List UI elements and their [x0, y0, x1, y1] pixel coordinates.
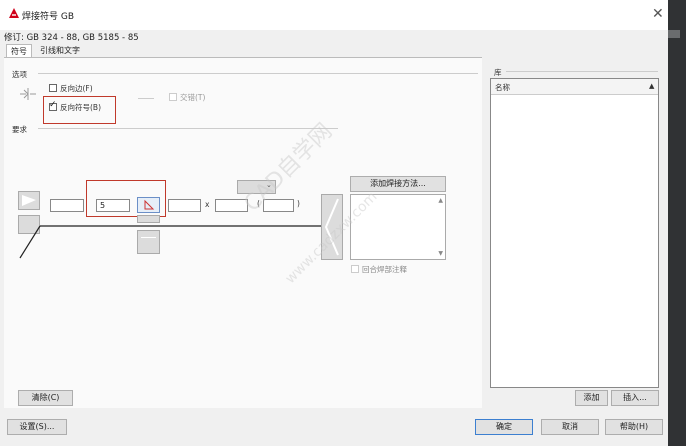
tab-symbol[interactable]: 符号 [6, 44, 32, 58]
column-name-header: 名称 [495, 83, 510, 92]
weld-flag-icon [22, 195, 36, 206]
insert-button[interactable]: 插入... [611, 390, 659, 406]
window-title: 焊接符号 GB [22, 12, 75, 22]
require-divider [38, 128, 338, 129]
tab-leader-text[interactable]: 引线和文字 [36, 44, 84, 57]
other-side-weld-button[interactable] [137, 230, 160, 254]
prefix-field[interactable] [50, 199, 84, 212]
arrow-side-symbol-button[interactable] [18, 191, 40, 210]
add-button[interactable]: 添加 [575, 390, 608, 406]
weld-flip-icon [20, 88, 36, 100]
times-sign: x [205, 200, 210, 209]
reference-line-drawing [19, 225, 326, 259]
sort-up-icon: ▲ [649, 82, 655, 90]
paren-close: ) [297, 199, 300, 208]
clear-button[interactable]: 清除(C) [18, 390, 73, 406]
scroll-thumb [668, 30, 680, 38]
help-button[interactable]: 帮助(H) [605, 419, 663, 435]
stagger-checkbox[interactable] [169, 93, 177, 101]
options-divider [38, 73, 478, 74]
revision-text: 修订: GB 324 - 88, GB 5185 - 85 [4, 33, 139, 43]
settings-button[interactable]: 设置(S)... [7, 419, 67, 435]
library-list[interactable]: 名称 ▲ [490, 78, 659, 388]
stagger-dash [138, 98, 154, 99]
scroll-down-icon: ▼ [438, 250, 443, 257]
cancel-button[interactable]: 取消 [541, 419, 599, 435]
size-field[interactable]: 5 [96, 199, 130, 212]
close-icon[interactable]: ✕ [652, 6, 664, 22]
options-section-label: 选项 [12, 70, 27, 79]
reverse-symbol-label: 反向符号(B) [60, 103, 101, 112]
stagger-label: 交错(T) [180, 93, 206, 102]
reverse-symbol-checkbox[interactable] [49, 100, 57, 111]
require-section-label: 要求 [12, 125, 27, 134]
loop-weld-checkbox[interactable] [351, 265, 359, 273]
weld-symbol-select-button[interactable] [137, 197, 160, 213]
scroll-up-icon: ▲ [438, 197, 443, 204]
fillet-weld-icon [144, 199, 155, 210]
background-window-strip [668, 0, 686, 446]
title-bar: 焊接符号 GB ✕ [0, 0, 668, 30]
length-field[interactable] [168, 199, 201, 212]
autocad-icon [9, 8, 19, 18]
weld-symbol-dialog: 焊接符号 GB ✕ 修订: GB 324 - 88, GB 5185 - 85 … [0, 0, 668, 446]
loop-weld-label: 回合焊部注释 [362, 265, 407, 274]
add-weld-method-button[interactable]: 添加焊接方法... [350, 176, 446, 192]
reverse-side-checkbox[interactable] [49, 84, 57, 92]
library-list-header[interactable]: 名称 ▲ [491, 79, 658, 95]
reverse-side-label: 反向边(F) [60, 84, 93, 93]
symbol-panel: 选项 反向边(F) 反向符号(B) 交错(T) 要求 5 x ( [4, 58, 482, 408]
library-section-label: 库 [494, 68, 502, 77]
library-divider [506, 71, 658, 72]
ok-button[interactable]: 确定 [475, 419, 533, 435]
